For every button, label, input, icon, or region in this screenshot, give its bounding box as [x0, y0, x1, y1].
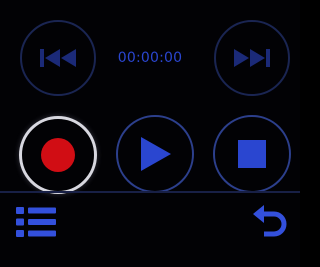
record-icon	[39, 136, 77, 174]
stop-icon	[237, 139, 267, 169]
elapsed-time: 00:00:00	[117, 50, 183, 66]
skip-next-icon	[232, 48, 272, 68]
recordings-list-button[interactable]	[14, 203, 58, 241]
stop-button[interactable]	[213, 115, 291, 193]
skip-previous-icon	[38, 48, 78, 68]
back-button[interactable]	[248, 201, 292, 241]
play-button[interactable]	[116, 115, 194, 193]
previous-button[interactable]	[20, 20, 96, 96]
record-button[interactable]	[19, 116, 97, 194]
next-button[interactable]	[214, 20, 290, 96]
play-icon	[138, 136, 172, 172]
divider	[0, 191, 300, 193]
back-arrow-icon	[252, 204, 288, 238]
list-icon	[16, 206, 56, 238]
voice-recorder-panel: 00:00:00	[0, 0, 300, 267]
